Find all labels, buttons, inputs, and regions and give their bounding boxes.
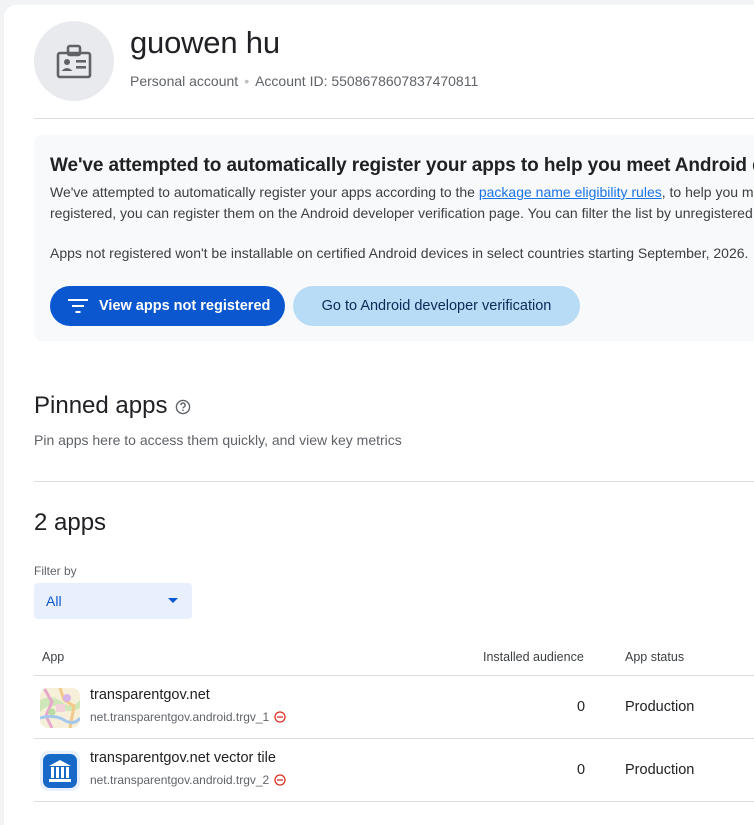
table-header: App Installed audience App status <box>34 638 754 676</box>
section-divider <box>34 481 754 482</box>
account-avatar <box>34 21 114 101</box>
account-name: guowen hu <box>130 25 280 60</box>
installed-audience-value: 0 <box>577 762 586 778</box>
app-package-text: net.transparentgov.android.trgv_2 <box>90 773 270 787</box>
app-package: net.transparentgov.android.trgv_1 <box>90 710 286 724</box>
go-to-developer-verification-label: Go to Android developer verification <box>321 298 552 314</box>
view-apps-not-registered-label: View apps not registered <box>99 298 271 314</box>
apps-table: App Installed audience App status transp… <box>34 638 754 802</box>
pinned-apps-title: Pinned apps <box>34 392 168 419</box>
app-package-text: net.transparentgov.android.trgv_1 <box>90 710 270 724</box>
help-icon[interactable] <box>175 399 191 420</box>
account-subline: Personal account • Account ID: 55086786078… <box>130 73 478 89</box>
installed-audience-value: 0 <box>577 699 586 715</box>
not-registered-icon <box>274 711 286 723</box>
banner-title: We've attempted to automatically registe… <box>50 155 754 176</box>
account-id: Account ID: 5508678607837470811 <box>255 73 479 89</box>
account-type: Personal account <box>130 73 239 89</box>
view-apps-not-registered-button[interactable]: View apps not registered <box>50 286 285 326</box>
government-building-app-icon <box>40 751 80 791</box>
app-name[interactable]: transparentgov.net vector tile <box>90 750 276 766</box>
filter-by-label: Filter by <box>34 564 77 578</box>
map-app-icon <box>40 688 80 728</box>
go-to-developer-verification-button[interactable]: Go to Android developer verification <box>293 286 580 326</box>
play-console-page: guowen hu Personal account • Account ID: 5… <box>4 5 754 825</box>
package-name-eligibility-link[interactable]: package name eligibility rules <box>479 184 662 200</box>
filter-select-value: All <box>46 593 62 609</box>
pinned-apps-subtitle: Pin apps here to access them quickly, an… <box>34 432 402 448</box>
verification-banner: We've attempted to automatically registe… <box>34 135 754 341</box>
apps-count-title: 2 apps <box>34 509 107 536</box>
app-status-value: Production <box>625 699 695 715</box>
banner-line-1: We've attempted to automatically registe… <box>50 184 754 200</box>
not-registered-icon <box>274 774 286 786</box>
dropdown-caret-icon <box>168 598 178 603</box>
banner-line-2: registered, you can register them on the… <box>50 205 754 221</box>
table-row[interactable]: transparentgov.net vector tile net.trans… <box>34 739 754 802</box>
banner-line-3: Apps not registered won't be installable… <box>50 245 749 261</box>
badge-icon <box>54 41 94 81</box>
app-name[interactable]: transparentgov.net <box>90 687 210 703</box>
filter-select[interactable]: All <box>34 583 192 619</box>
column-header-installed-audience[interactable]: Installed audience <box>483 650 584 664</box>
column-header-app-status[interactable]: App status <box>625 650 684 664</box>
app-package: net.transparentgov.android.trgv_2 <box>90 773 286 787</box>
table-row[interactable]: transparentgov.net net.transparentgov.an… <box>34 676 754 739</box>
separator-dot: • <box>244 73 250 89</box>
column-header-app[interactable]: App <box>42 650 64 664</box>
banner-line-1-tail: , to help you meet requirements. If your… <box>661 184 754 200</box>
banner-line-1-text: We've attempted to automatically registe… <box>50 184 479 200</box>
account-header: guowen hu Personal account • Account ID: 5… <box>34 21 754 119</box>
app-status-value: Production <box>625 762 695 778</box>
filter-icon <box>68 299 88 313</box>
